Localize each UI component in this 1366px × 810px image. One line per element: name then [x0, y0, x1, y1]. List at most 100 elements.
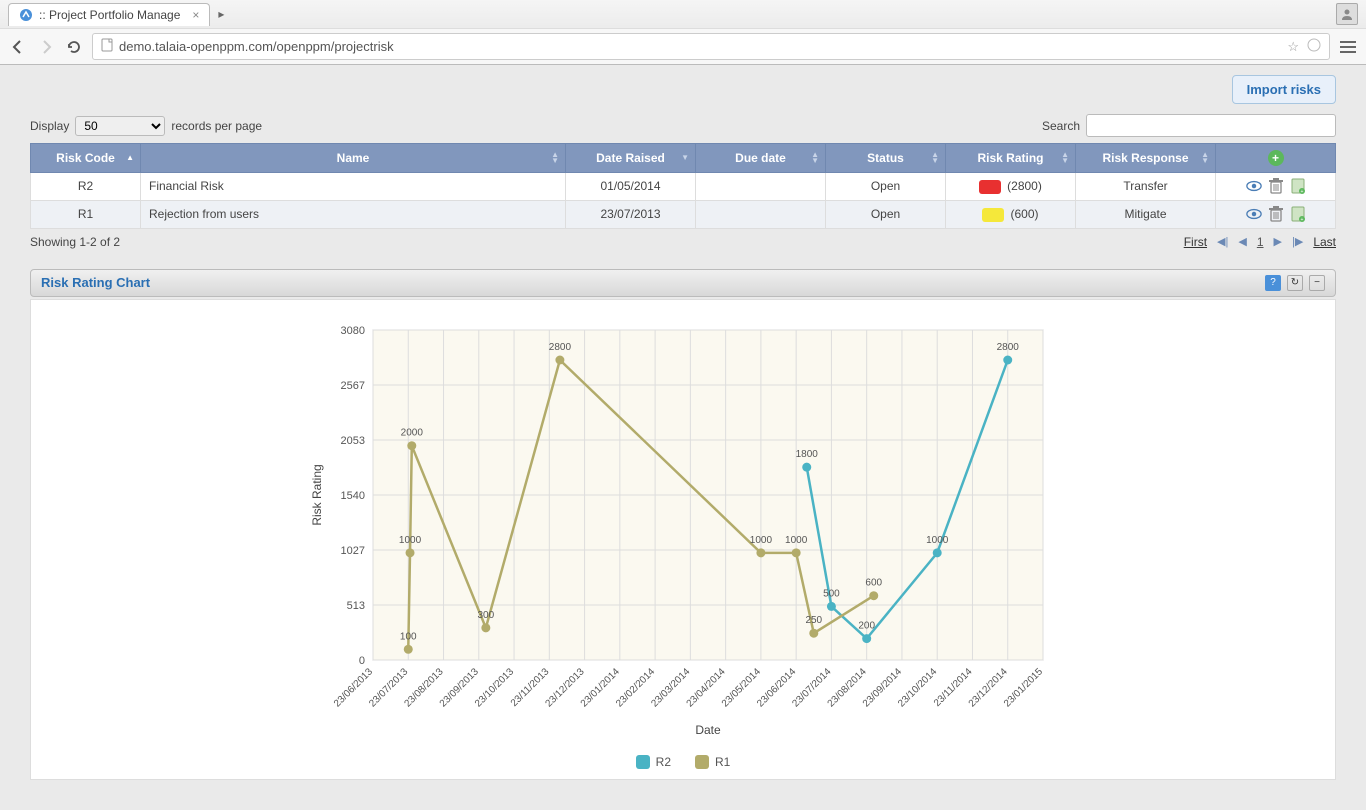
actions-row: Import risks — [30, 75, 1336, 104]
svg-text:300: 300 — [477, 610, 494, 621]
current-page[interactable]: 1 — [1257, 235, 1264, 249]
col-actions: + — [1216, 144, 1336, 173]
chart-legend: R2 R1 — [303, 755, 1063, 769]
document-icon[interactable]: + — [1290, 179, 1306, 193]
info-icon[interactable]: ? — [1265, 275, 1281, 291]
reload-button[interactable] — [64, 37, 84, 57]
svg-text:600: 600 — [865, 577, 882, 588]
chart-panel: Risk Rating Chart ? ↻ − 0513102715402053… — [30, 269, 1336, 780]
star-icon[interactable]: ☆ — [1287, 39, 1299, 55]
col-status[interactable]: Status▲▼ — [826, 144, 946, 173]
svg-text:2800: 2800 — [549, 342, 572, 353]
cell-date-raised: 23/07/2013 — [566, 200, 696, 228]
cell-name: Financial Risk — [141, 173, 566, 201]
svg-text:2053: 2053 — [341, 435, 365, 447]
svg-text:200: 200 — [858, 620, 875, 631]
svg-text:1000: 1000 — [750, 535, 773, 546]
svg-text:1540: 1540 — [341, 490, 365, 502]
cell-actions: + — [1216, 173, 1336, 201]
svg-text:1800: 1800 — [796, 449, 819, 460]
new-tab-button[interactable]: ▸ — [210, 7, 232, 21]
add-risk-button[interactable]: + — [1268, 150, 1284, 166]
import-risks-button[interactable]: Import risks — [1232, 75, 1336, 104]
risk-rating-chart: 05131027154020532567308023/06/201323/07/… — [303, 320, 1063, 740]
delete-icon[interactable] — [1268, 207, 1284, 221]
svg-text:1000: 1000 — [399, 535, 422, 546]
table-row: R1Rejection from users23/07/2013 Open(600… — [31, 200, 1336, 228]
url-text: demo.talaia-openppm.com/openppm/projectr… — [119, 39, 394, 54]
last-page-link[interactable]: Last — [1313, 235, 1336, 249]
back-button[interactable] — [8, 37, 28, 57]
display-select[interactable]: 50 — [75, 116, 165, 136]
svg-text:Date: Date — [695, 723, 721, 737]
chart-header: Risk Rating Chart ? ↻ − — [30, 269, 1336, 297]
url-bar[interactable]: demo.talaia-openppm.com/openppm/projectr… — [92, 33, 1330, 60]
col-due-date[interactable]: Due date▲▼ — [696, 144, 826, 173]
legend-r2: R2 — [636, 755, 671, 769]
cell-code: R2 — [31, 173, 141, 201]
cell-rating: (600) — [946, 200, 1076, 228]
close-icon[interactable]: × — [192, 8, 199, 22]
menu-icon[interactable] — [1338, 37, 1358, 57]
cell-code: R1 — [31, 200, 141, 228]
tab-title: :: Project Portfolio Manage — [39, 8, 180, 22]
document-icon[interactable]: + — [1290, 207, 1306, 221]
chart-body: 05131027154020532567308023/06/201323/07/… — [30, 299, 1336, 780]
risk-table: Risk Code▲ Name▲▼ Date Raised▼ Due date▲… — [30, 143, 1336, 229]
svg-text:1000: 1000 — [926, 535, 949, 546]
col-date-raised[interactable]: Date Raised▼ — [566, 144, 696, 173]
page-icon — [101, 38, 113, 55]
next-arrow-icon[interactable]: ▶ — [1274, 235, 1282, 248]
refresh-icon[interactable]: ↻ — [1287, 275, 1303, 291]
last-arrow-icon[interactable]: |▶ — [1292, 235, 1303, 248]
svg-text:1000: 1000 — [785, 535, 808, 546]
svg-text:1027: 1027 — [341, 545, 365, 557]
extension-icon[interactable] — [1307, 38, 1321, 55]
col-risk-response[interactable]: Risk Response▲▼ — [1076, 144, 1216, 173]
showing-text: Showing 1-2 of 2 — [30, 235, 120, 249]
browser-tab[interactable]: :: Project Portfolio Manage × — [8, 3, 210, 26]
cell-status: Open — [826, 200, 946, 228]
cell-name: Rejection from users — [141, 200, 566, 228]
svg-text:100: 100 — [400, 631, 417, 642]
cell-status: Open — [826, 173, 946, 201]
svg-text:Risk Rating: Risk Rating — [310, 464, 324, 525]
legend-r1: R1 — [695, 755, 730, 769]
svg-text:2800: 2800 — [997, 342, 1020, 353]
search-label: Search — [1042, 119, 1080, 133]
cell-due-date — [696, 173, 826, 201]
view-icon[interactable] — [1246, 207, 1262, 221]
table-footer: Showing 1-2 of 2 First ◀| ◀ 1 ▶ |▶ Last — [30, 235, 1336, 249]
view-icon[interactable] — [1246, 179, 1262, 193]
profile-button[interactable] — [1336, 3, 1358, 25]
table-row: R2Financial Risk01/05/2014Open(2800)Tran… — [31, 173, 1336, 201]
cell-response: Transfer — [1076, 173, 1216, 201]
page-body: Import risks Display 50 records per page… — [0, 65, 1366, 810]
prev-arrow-icon[interactable]: ◀ — [1238, 235, 1246, 248]
search-input[interactable] — [1086, 114, 1336, 137]
tab-bar: :: Project Portfolio Manage × ▸ — [0, 0, 1366, 28]
svg-text:3080: 3080 — [341, 325, 365, 337]
svg-text:2567: 2567 — [341, 380, 365, 392]
first-page-link[interactable]: First — [1184, 235, 1207, 249]
svg-text:2000: 2000 — [401, 427, 424, 438]
browser-chrome: :: Project Portfolio Manage × ▸ demo.tal… — [0, 0, 1366, 65]
first-arrow-icon[interactable]: ◀| — [1217, 235, 1228, 248]
nav-bar: demo.talaia-openppm.com/openppm/projectr… — [0, 28, 1366, 64]
col-risk-rating[interactable]: Risk Rating▲▼ — [946, 144, 1076, 173]
cell-actions: + — [1216, 200, 1336, 228]
cell-rating: (2800) — [946, 173, 1076, 201]
svg-text:500: 500 — [823, 588, 840, 599]
favicon — [19, 8, 33, 22]
svg-text:250: 250 — [805, 615, 822, 626]
svg-text:+: + — [1300, 217, 1303, 222]
cell-due-date — [696, 200, 826, 228]
forward-button[interactable] — [36, 37, 56, 57]
col-risk-code[interactable]: Risk Code▲ — [31, 144, 141, 173]
svg-text:513: 513 — [347, 600, 365, 612]
delete-icon[interactable] — [1268, 179, 1284, 193]
collapse-icon[interactable]: − — [1309, 275, 1325, 291]
table-controls: Display 50 records per page Search — [30, 114, 1336, 137]
chart-title: Risk Rating Chart — [41, 275, 150, 290]
col-name[interactable]: Name▲▼ — [141, 144, 566, 173]
